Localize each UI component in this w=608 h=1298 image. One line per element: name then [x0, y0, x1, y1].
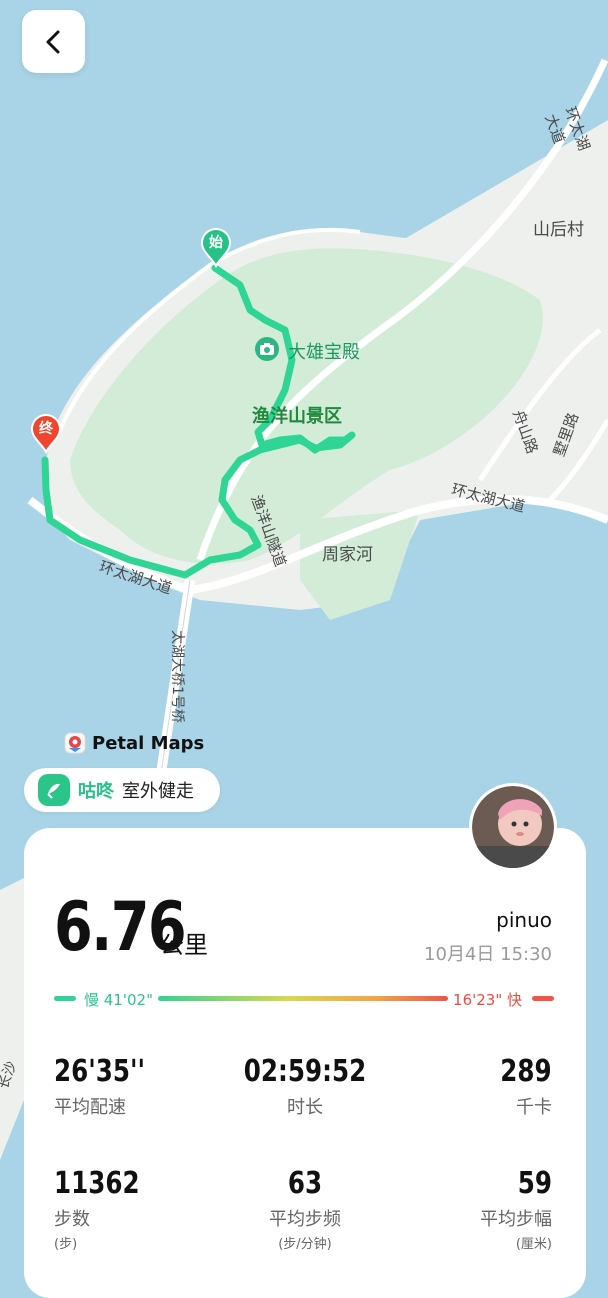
road-label-bridge: 太湖大桥1号桥	[169, 630, 185, 723]
camera-icon[interactable]	[255, 337, 279, 361]
poi-label-daxiong[interactable]: 大雄宝殿	[288, 338, 360, 364]
avatar[interactable]	[472, 786, 554, 868]
stat-calories: 289 千卡	[500, 1054, 552, 1118]
stat-cadence: 63 平均步频 (步/分钟)	[269, 1166, 341, 1252]
petal-maps-logo-icon	[64, 732, 86, 754]
start-marker[interactable]: 始	[200, 228, 232, 269]
codoon-logo-icon	[38, 774, 70, 806]
pace-slow-label: 慢 41'02"	[84, 991, 153, 1009]
end-marker[interactable]: 终	[30, 414, 62, 455]
pace-fast-label: 16'23" 快	[453, 991, 522, 1009]
app-badge: 咕咚 室外健走	[24, 768, 220, 812]
place-label-zhoujiahe: 周家河	[322, 545, 373, 565]
chevron-left-icon	[46, 30, 59, 53]
map-attribution: Petal Maps	[64, 732, 204, 754]
username: pinuo	[496, 908, 552, 932]
stat-steps: 11362 步数 (步)	[54, 1166, 140, 1252]
app-name: 咕咚	[78, 781, 114, 802]
activity-datetime: 10月4日 15:30	[424, 944, 552, 965]
place-label-shanhou: 山后村	[533, 220, 584, 240]
summary-card: 6.76 公里 pinuo 10月4日 15:30 慢 41'02" 16'23…	[24, 828, 586, 1298]
poi-label-scenic[interactable]: 渔洋山景区	[252, 402, 342, 428]
activity-type: 室外健走	[122, 781, 194, 802]
stat-stride: 59 平均步幅 (厘米)	[480, 1166, 552, 1252]
distance-unit: 公里	[160, 931, 208, 959]
back-button[interactable]	[22, 10, 85, 73]
stat-duration: 02:59:52 时长	[243, 1054, 367, 1118]
stat-avg-pace: 26'35'' 平均配速	[54, 1054, 146, 1118]
